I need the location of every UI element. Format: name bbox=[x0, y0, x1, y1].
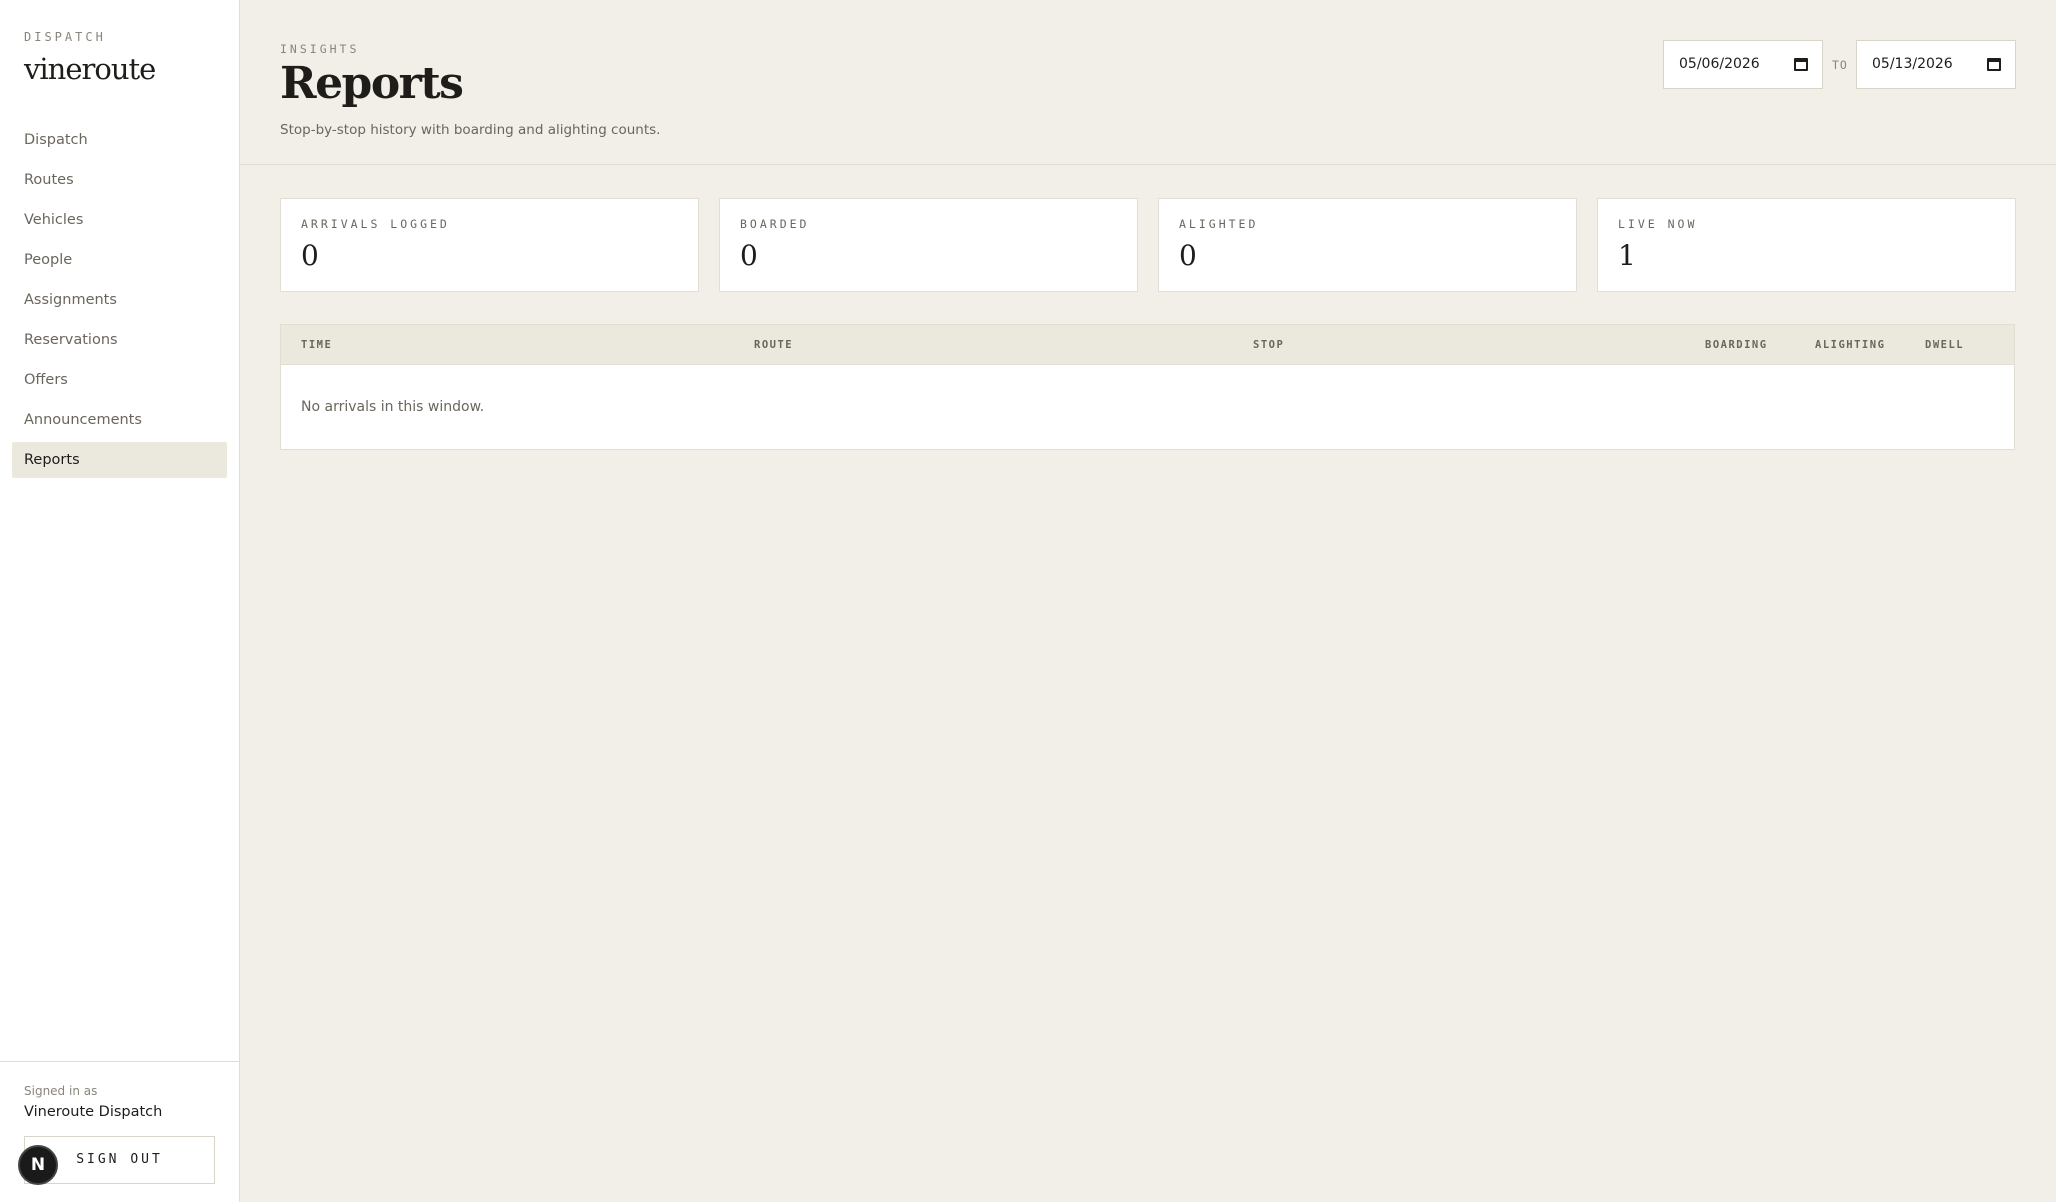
calendar-icon[interactable] bbox=[1794, 58, 1808, 71]
column-header-route[interactable]: ROUTE bbox=[754, 339, 793, 351]
sidebar-nav: Dispatch Routes Vehicles People Assignme… bbox=[12, 122, 227, 482]
brand-name[interactable]: vineroute bbox=[24, 52, 156, 86]
column-header-alighting[interactable]: ALIGHTING bbox=[1815, 339, 1885, 351]
stat-card-arrivals: ARRIVALS LOGGED 0 bbox=[280, 198, 699, 292]
sidebar-item-dispatch[interactable]: Dispatch bbox=[12, 122, 227, 158]
signed-in-user: Vineroute Dispatch bbox=[24, 1104, 163, 1120]
stat-value: 0 bbox=[301, 239, 319, 272]
sidebar-item-reports[interactable]: Reports bbox=[12, 442, 227, 478]
signed-in-label: Signed in as bbox=[24, 1084, 98, 1098]
page-title: Reports bbox=[280, 58, 464, 109]
calendar-icon[interactable] bbox=[1987, 58, 2001, 71]
stat-value: 1 bbox=[1618, 239, 1636, 272]
brand-eyebrow: DISPATCH bbox=[24, 30, 106, 44]
table-empty-message: No arrivals in this window. bbox=[301, 399, 485, 415]
arrivals-table: TIME ROUTE STOP BOARDING ALIGHTING DWELL… bbox=[280, 324, 2015, 450]
page-subtitle: Stop-by-stop history with boarding and a… bbox=[280, 122, 661, 138]
sidebar-item-vehicles[interactable]: Vehicles bbox=[12, 202, 227, 238]
page-eyebrow: INSIGHTS bbox=[280, 42, 360, 56]
sidebar: DISPATCH vineroute Dispatch Routes Vehic… bbox=[0, 0, 240, 1202]
stat-label: ALIGHTED bbox=[1179, 217, 1259, 231]
date-range-to-label: TO bbox=[1832, 58, 1848, 72]
date-to-input[interactable]: 05/13/2026 bbox=[1856, 40, 2016, 89]
column-header-dwell[interactable]: DWELL bbox=[1925, 339, 1964, 351]
sidebar-item-routes[interactable]: Routes bbox=[12, 162, 227, 198]
dev-tools-badge[interactable]: N bbox=[18, 1145, 58, 1185]
sidebar-item-offers[interactable]: Offers bbox=[12, 362, 227, 398]
column-header-time[interactable]: TIME bbox=[301, 339, 332, 351]
date-from-value: 05/06/2026 bbox=[1679, 56, 1760, 72]
sidebar-item-reservations[interactable]: Reservations bbox=[12, 322, 227, 358]
stat-card-alighted: ALIGHTED 0 bbox=[1158, 198, 1577, 292]
stat-value: 0 bbox=[740, 239, 758, 272]
stat-card-live-now: LIVE NOW 1 bbox=[1597, 198, 2016, 292]
column-header-boarding[interactable]: BOARDING bbox=[1705, 339, 1768, 351]
date-to-value: 05/13/2026 bbox=[1872, 56, 1953, 72]
column-header-stop[interactable]: STOP bbox=[1253, 339, 1284, 351]
stat-label: LIVE NOW bbox=[1618, 217, 1698, 231]
main-content: INSIGHTS Reports Stop-by-stop history wi… bbox=[240, 0, 2056, 1202]
date-from-input[interactable]: 05/06/2026 bbox=[1663, 40, 1823, 89]
sidebar-item-people[interactable]: People bbox=[12, 242, 227, 278]
sidebar-item-assignments[interactable]: Assignments bbox=[12, 282, 227, 318]
stat-card-boarded: BOARDED 0 bbox=[719, 198, 1138, 292]
stat-label: BOARDED bbox=[740, 217, 810, 231]
table-header: TIME ROUTE STOP BOARDING ALIGHTING DWELL bbox=[281, 325, 2014, 365]
stat-label: ARRIVALS LOGGED bbox=[301, 217, 450, 231]
sidebar-item-announcements[interactable]: Announcements bbox=[12, 402, 227, 438]
stat-value: 0 bbox=[1179, 239, 1197, 272]
page-header: INSIGHTS Reports Stop-by-stop history wi… bbox=[240, 0, 2056, 165]
